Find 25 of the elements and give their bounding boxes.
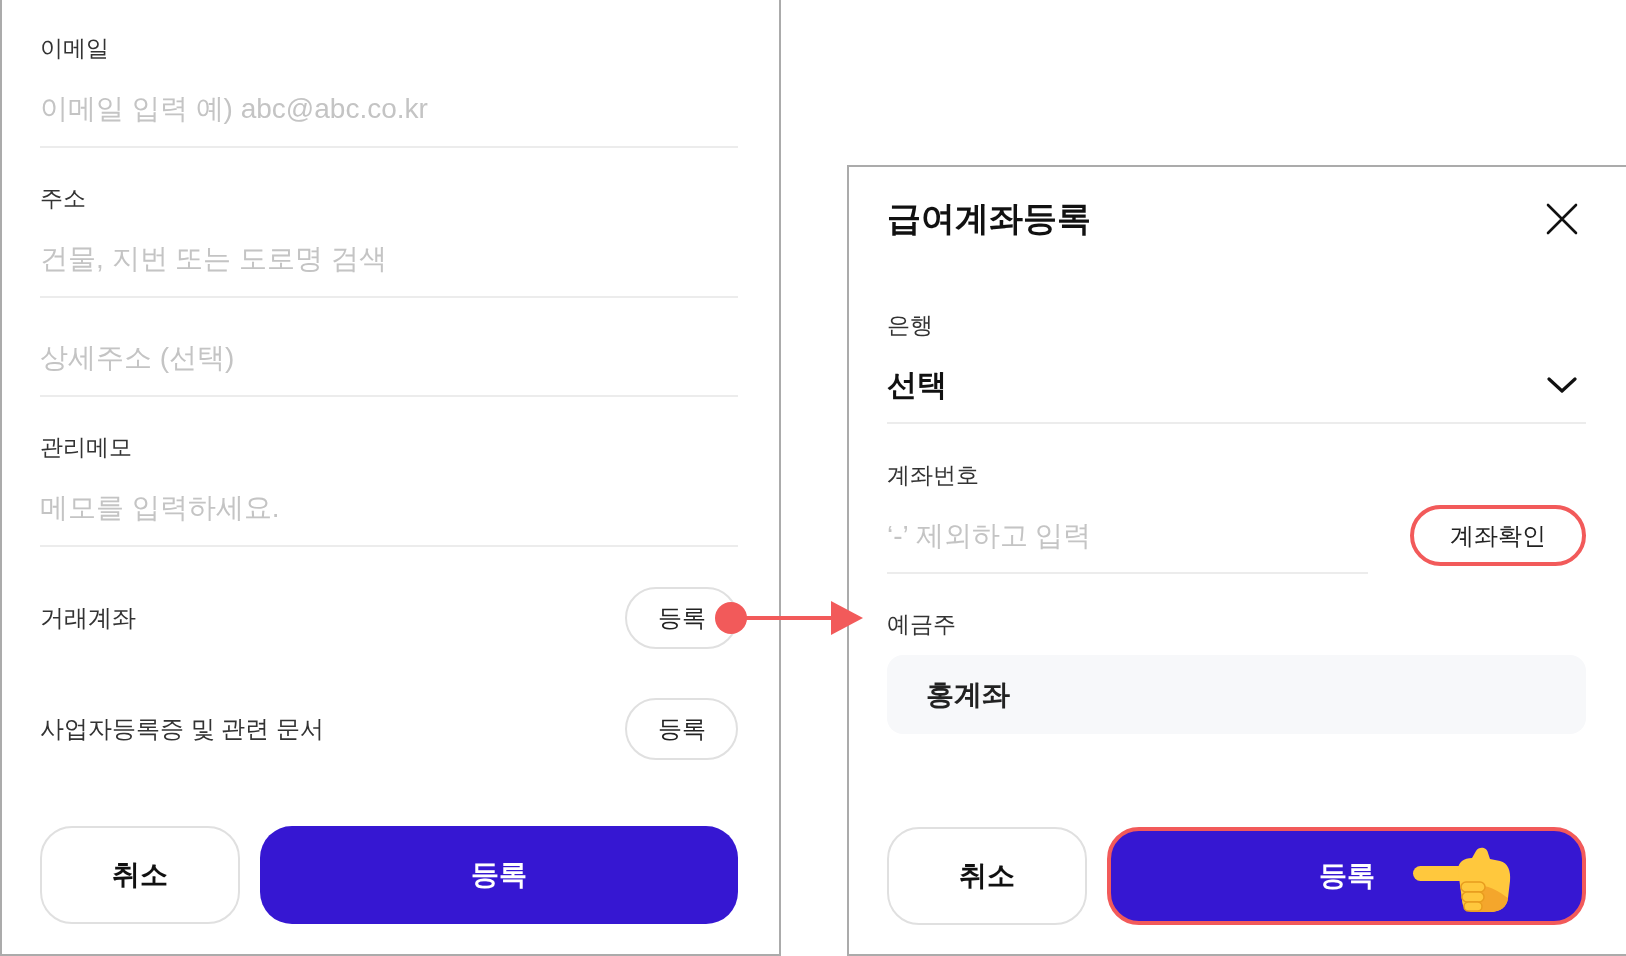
register-button[interactable]: 등록: [260, 826, 738, 924]
cancel-button[interactable]: 취소: [40, 826, 240, 924]
input-field[interactable]: 건물, 지번 또는 도로명 검색: [40, 231, 738, 298]
register-button[interactable]: 등록: [625, 698, 738, 760]
field-label: 거래계좌: [40, 603, 136, 633]
field-label: 주소: [40, 184, 86, 213]
field-label: 계좌번호: [887, 461, 979, 490]
input-field[interactable]: 이메일 입력 예) abc@abc.co.kr: [40, 81, 738, 148]
input-field[interactable]: ‘-’ 제외하고 입력: [887, 505, 1368, 574]
input-field[interactable]: 메모를 입력하세요.: [40, 480, 738, 547]
input-field[interactable]: 상세주소 (선택): [40, 330, 738, 397]
field-label: 관리메모: [40, 433, 132, 462]
verify-button[interactable]: 계좌확인: [1410, 505, 1586, 566]
readonly-field[interactable]: 홍계좌: [887, 655, 1586, 734]
close-button[interactable]: [1546, 203, 1578, 235]
dropdown-select[interactable]: 선택: [887, 357, 1586, 424]
cancel-button[interactable]: 취소: [887, 827, 1087, 925]
dialog-title: 급여계좌등록: [887, 198, 1091, 239]
chevron-down-icon: [1547, 377, 1577, 393]
field-label: 은행: [887, 311, 933, 340]
field-label: 예금주: [887, 610, 956, 639]
close-icon: [1546, 203, 1578, 235]
register-button[interactable]: 등록: [1107, 827, 1586, 925]
field-label: 이메일: [40, 34, 109, 63]
field-label: 사업자등록증 및 관련 문서: [40, 714, 324, 744]
